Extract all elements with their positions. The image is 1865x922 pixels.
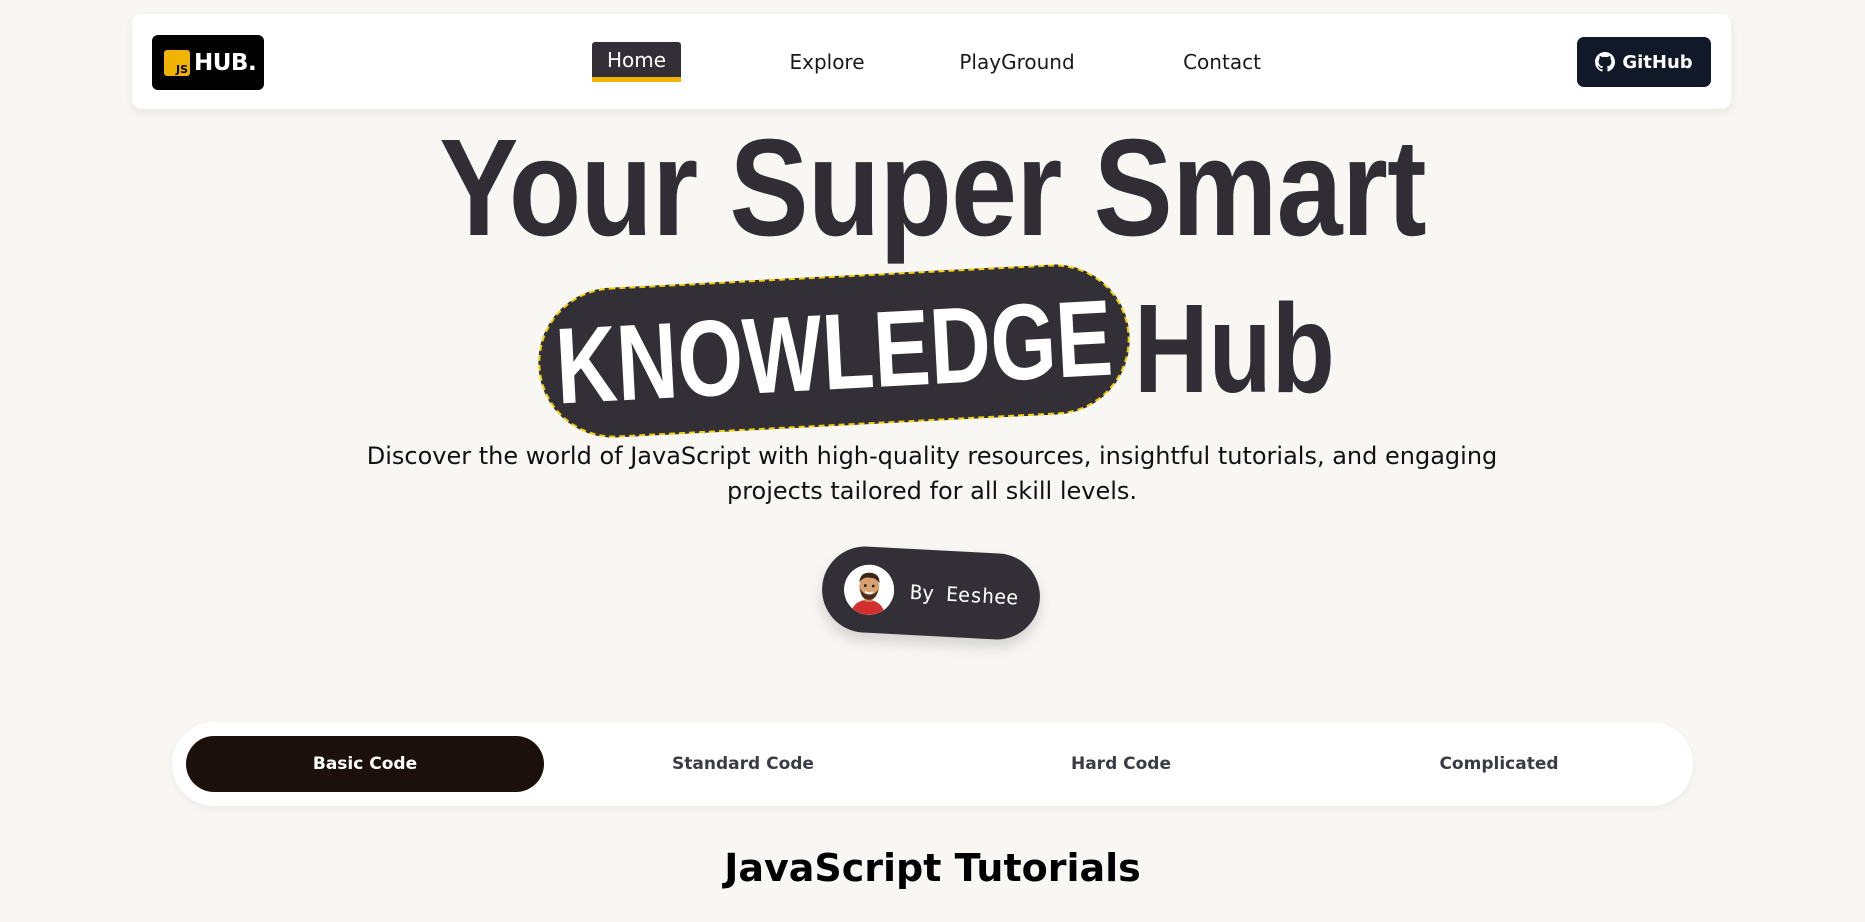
avatar: [842, 563, 896, 617]
hero-title-hub: Hub: [1134, 278, 1335, 419]
knowledge-highlight-pill: KNOWLEDGE: [534, 260, 1134, 442]
page: JS HUB. Home Explore PlayGround Contact …: [0, 0, 1865, 922]
logo[interactable]: JS HUB.: [152, 35, 264, 90]
tab-complicated[interactable]: Complicated: [1320, 736, 1678, 792]
hero-description: Discover the world of JavaScript with hi…: [366, 442, 1498, 505]
tab-hard-code[interactable]: Hard Code: [942, 736, 1300, 792]
tab-standard-code[interactable]: Standard Code: [564, 736, 922, 792]
github-button-label: GitHub: [1622, 51, 1693, 73]
section-title: JavaScript Tutorials: [724, 846, 1141, 890]
navbar: JS HUB. Home Explore PlayGround Contact …: [132, 14, 1731, 109]
nav-item-explore[interactable]: Explore: [772, 42, 882, 82]
author-badge[interactable]: By Eeshee: [819, 544, 1043, 642]
nav-item-playground[interactable]: PlayGround: [942, 42, 1092, 82]
logo-text: HUB.: [194, 49, 257, 76]
nav-item-home[interactable]: Home: [592, 42, 681, 82]
hero-title-line1: Your Super Smart: [439, 111, 1426, 265]
github-icon: [1595, 52, 1616, 72]
js-logo-icon: JS: [164, 49, 190, 76]
knowledge-highlight-text: KNOWLEDGE: [552, 276, 1116, 426]
tab-basic-code[interactable]: Basic Code: [186, 736, 544, 792]
logo-badge-text: JS: [175, 62, 188, 76]
nav-item-contact[interactable]: Contact: [1162, 42, 1282, 82]
github-button[interactable]: GitHub: [1577, 37, 1711, 87]
author-text: By Eeshee: [909, 579, 1019, 610]
avatar-illustration-icon: [842, 563, 896, 617]
difficulty-tabs: Basic Code Standard Code Hard Code Compl…: [172, 722, 1693, 806]
